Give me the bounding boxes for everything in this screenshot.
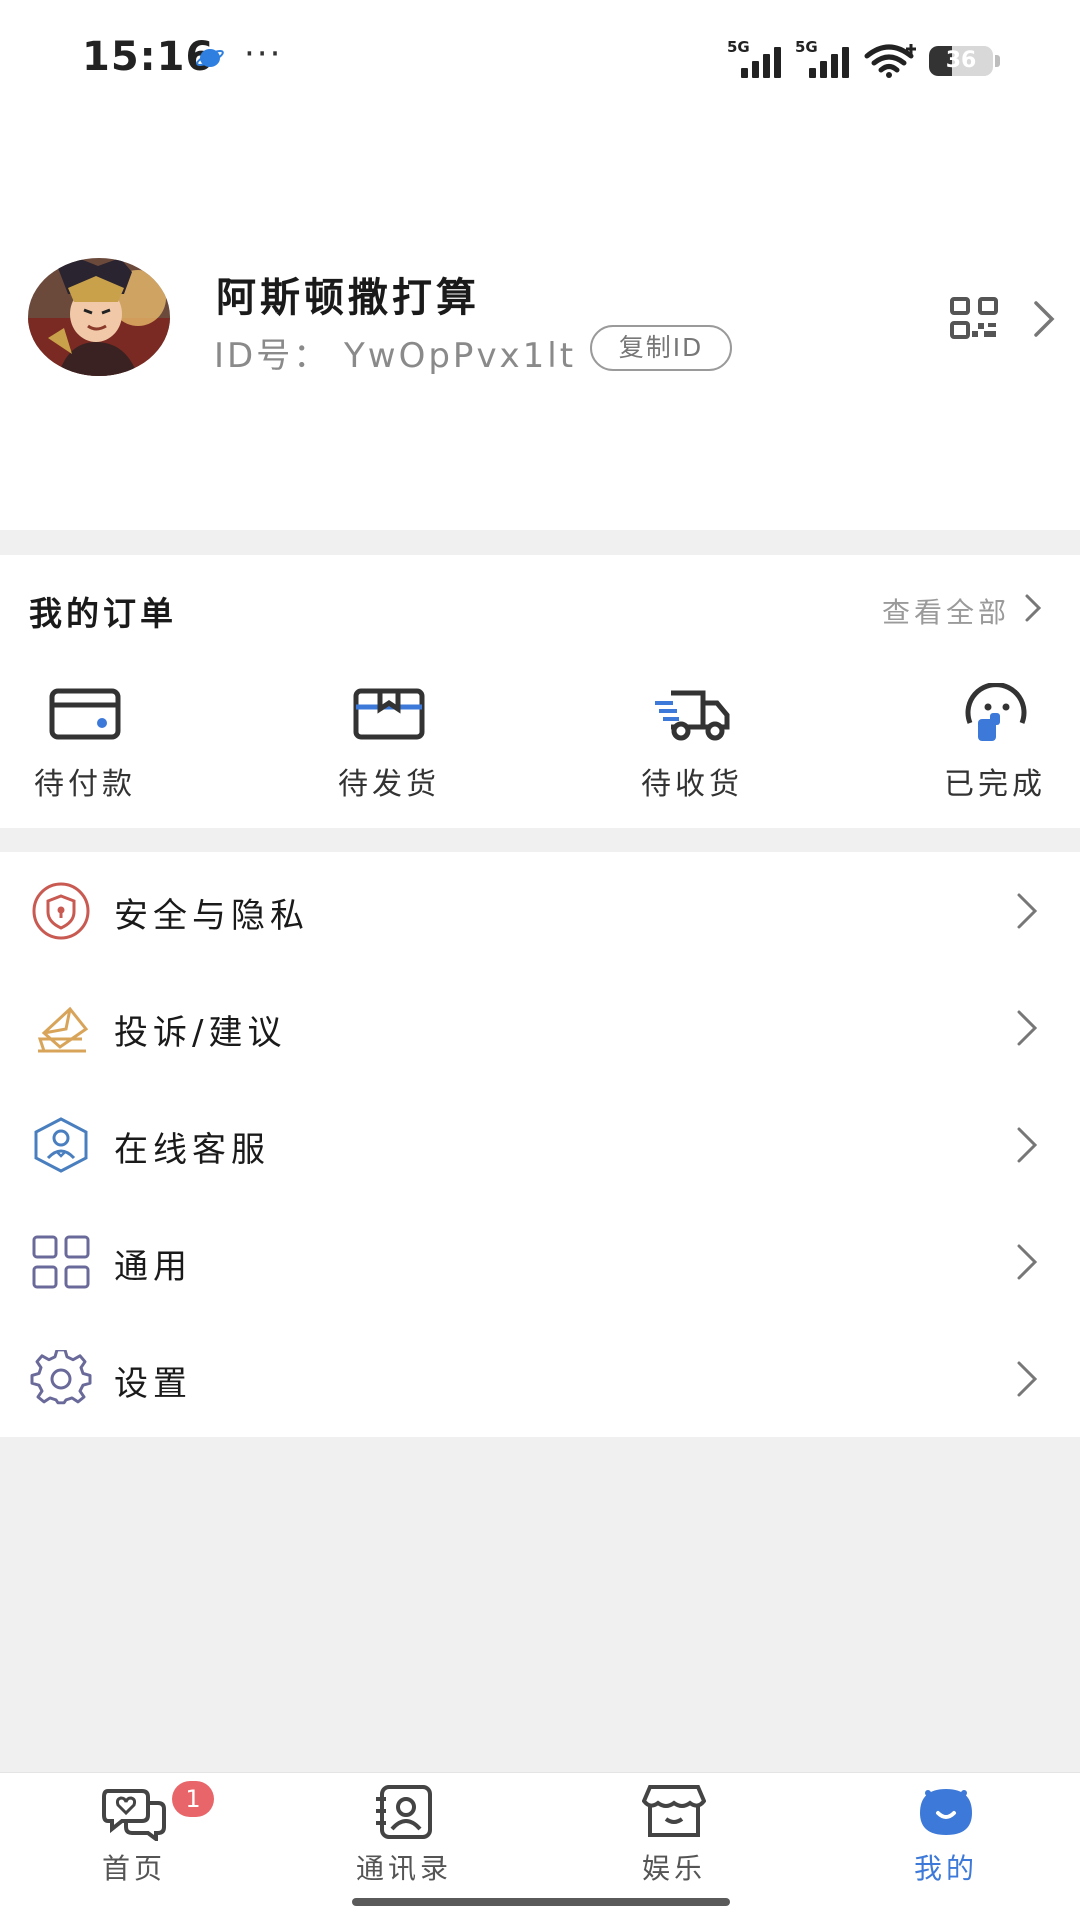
tab-label: 通讯录: [355, 1852, 452, 1885]
signal-icon: 5G: [727, 38, 785, 78]
battery-icon: 36: [929, 46, 993, 76]
profile-name: 阿斯顿撒打算: [216, 275, 480, 321]
menu-item-customer-service[interactable]: 在线客服: [0, 1086, 1080, 1203]
status-time: 15:16: [82, 34, 215, 80]
menu-item-label: 设置: [114, 1364, 192, 1404]
menu-item-settings[interactable]: 设置: [0, 1320, 1080, 1437]
menu-item-security-privacy[interactable]: 安全与隐私: [0, 852, 1080, 969]
order-item-label: 待付款: [34, 767, 136, 802]
signal-bar: [752, 61, 759, 78]
chevron-right-icon: [1017, 1010, 1038, 1046]
profile-id: ID号： YwOpPvx1lt: [214, 336, 577, 376]
tab-contacts[interactable]: 通讯录: [324, 1783, 484, 1887]
tab-label: 我的: [913, 1852, 978, 1885]
menu-item-label: 在线客服: [114, 1130, 270, 1170]
grid-icon: [32, 1235, 90, 1289]
signal-bar: [809, 68, 816, 78]
battery-tip: [995, 55, 1000, 67]
home-indicator[interactable]: [352, 1898, 730, 1906]
signal-bar: [741, 68, 748, 78]
chevron-right-icon: [1017, 1361, 1038, 1397]
chevron-right-icon: [1017, 1127, 1038, 1163]
qr-code-icon[interactable]: [950, 297, 998, 339]
settings-menu: 安全与隐私 投诉/建议 在线客服 通用 设置: [0, 852, 1080, 1437]
status-bar: 15:16 ··· 5G 5G 36: [0, 0, 1080, 115]
envelope-icon: [37, 1006, 89, 1053]
order-item-label: 已完成: [944, 767, 1046, 802]
shop-icon: [642, 1785, 706, 1837]
avatar[interactable]: [28, 258, 170, 376]
menu-item-general[interactable]: 通用: [0, 1203, 1080, 1320]
contacts-icon: [376, 1785, 432, 1839]
tab-me[interactable]: 我的: [866, 1783, 1026, 1887]
wallet-icon: [49, 688, 121, 740]
network-type-label: 5G: [727, 38, 750, 56]
menu-item-label: 通用: [114, 1247, 192, 1287]
profile-face-icon: [920, 1789, 972, 1835]
delivery-truck-icon: [655, 690, 730, 741]
menu-item-feedback[interactable]: 投诉/建议: [0, 969, 1080, 1086]
chevron-right-icon[interactable]: [1032, 299, 1056, 339]
tab-entertainment[interactable]: 娱乐: [594, 1783, 754, 1887]
order-item-label: 待发货: [338, 767, 440, 802]
browser-app-icon: [196, 49, 224, 67]
order-pending-shipment[interactable]: 待发货: [309, 683, 469, 803]
tab-label: 娱乐: [641, 1852, 706, 1885]
order-item-label: 待收货: [641, 767, 743, 802]
chevron-right-icon: [1017, 893, 1038, 929]
status-indicators: 5G 5G 36: [727, 38, 1000, 78]
signal-bar: [820, 61, 827, 78]
tab-label: 首页: [101, 1852, 166, 1885]
customer-service-icon: [34, 1117, 88, 1173]
signal-bar: [774, 47, 781, 78]
view-all-orders-link[interactable]: 查看全部: [882, 591, 1010, 631]
package-box-icon: [353, 688, 425, 740]
chat-bubbles-icon: [102, 1789, 166, 1841]
orders-section: 我的订单 查看全部 待付款 待发货 待收货 已完成: [0, 555, 1080, 828]
chevron-right-icon[interactable]: [1024, 593, 1042, 623]
order-completed[interactable]: 已完成: [915, 683, 1075, 803]
gear-icon: [30, 1350, 92, 1405]
thumbs-up-face-icon: [965, 683, 1027, 741]
chevron-right-icon: [1017, 1244, 1038, 1280]
status-more-icon: ···: [244, 34, 283, 74]
copy-id-button[interactable]: 复制ID: [590, 325, 732, 371]
signal-bar: [842, 47, 849, 78]
orders-title: 我的订单: [29, 594, 177, 633]
signal-bar: [763, 54, 770, 78]
order-pending-payment[interactable]: 待付款: [5, 683, 165, 803]
unread-badge: 1: [172, 1781, 214, 1817]
menu-item-label: 安全与隐私: [114, 896, 309, 936]
profile-header[interactable]: 阿斯顿撒打算 ID号： YwOpPvx1lt 复制ID: [0, 115, 1080, 530]
wifi-icon: [864, 44, 916, 78]
signal-bar: [831, 54, 838, 78]
network-type-label: 5G: [795, 38, 818, 56]
order-pending-receipt[interactable]: 待收货: [612, 683, 772, 803]
shield-icon: [32, 882, 90, 940]
signal-icon: 5G: [795, 38, 853, 78]
menu-item-label: 投诉/建议: [114, 1013, 287, 1053]
battery-level-text: 36: [945, 48, 977, 73]
